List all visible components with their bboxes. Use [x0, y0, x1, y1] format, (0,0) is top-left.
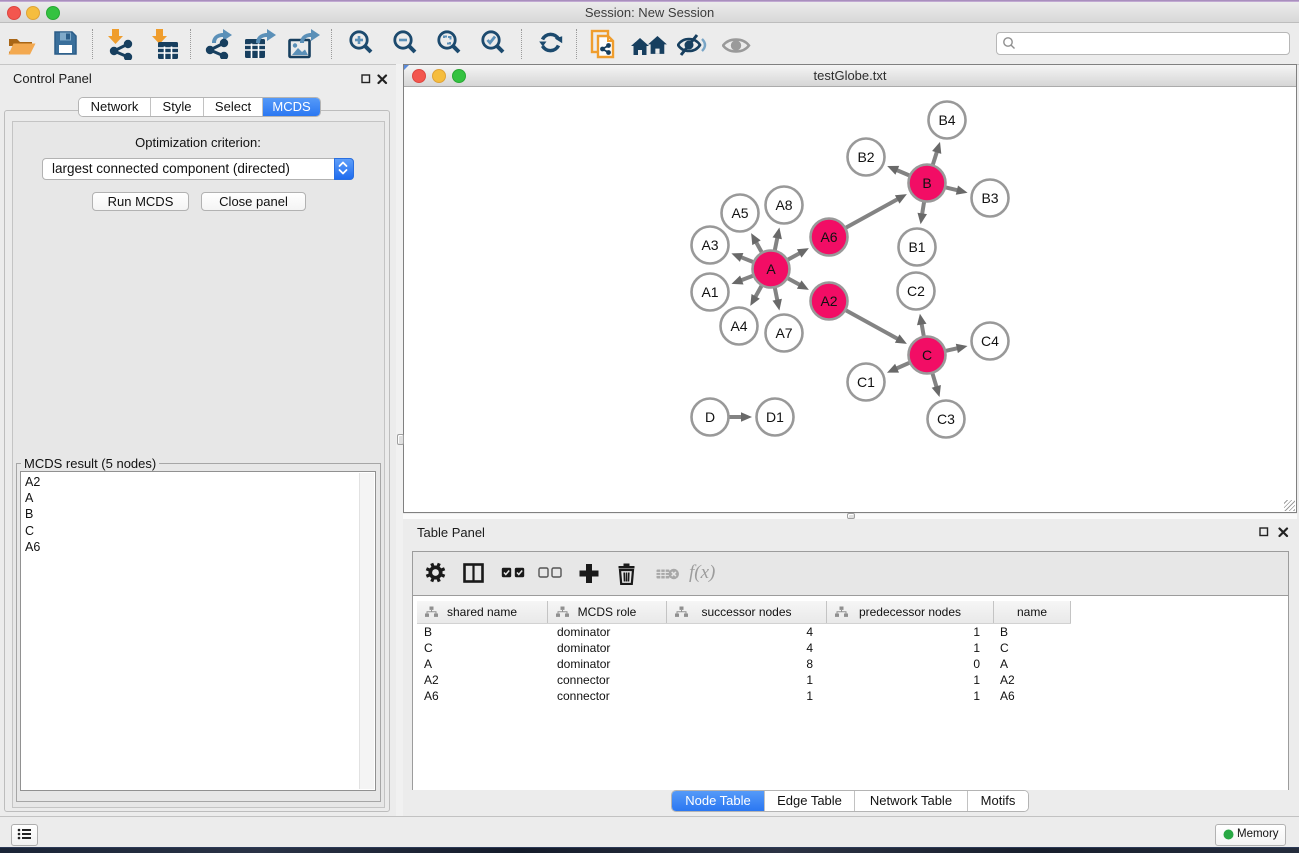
- svg-text:A6: A6: [820, 229, 837, 245]
- svg-text:D: D: [705, 409, 715, 425]
- svg-text:A: A: [766, 261, 776, 277]
- svg-text:A2: A2: [820, 293, 837, 309]
- svg-text:A7: A7: [775, 325, 792, 341]
- svg-text:C2: C2: [907, 283, 925, 299]
- svg-text:B: B: [922, 175, 931, 191]
- svg-text:D1: D1: [766, 409, 784, 425]
- svg-text:A8: A8: [775, 197, 792, 213]
- svg-text:B4: B4: [938, 112, 955, 128]
- svg-text:C1: C1: [857, 374, 875, 390]
- svg-text:A1: A1: [701, 284, 718, 300]
- svg-text:C: C: [922, 347, 932, 363]
- svg-text:B3: B3: [981, 190, 998, 206]
- svg-text:C3: C3: [937, 411, 955, 427]
- svg-text:B2: B2: [857, 149, 874, 165]
- svg-text:A4: A4: [730, 318, 747, 334]
- svg-text:A5: A5: [731, 205, 748, 221]
- svg-text:B1: B1: [908, 239, 925, 255]
- svg-text:C4: C4: [981, 333, 999, 349]
- svg-text:A3: A3: [701, 237, 718, 253]
